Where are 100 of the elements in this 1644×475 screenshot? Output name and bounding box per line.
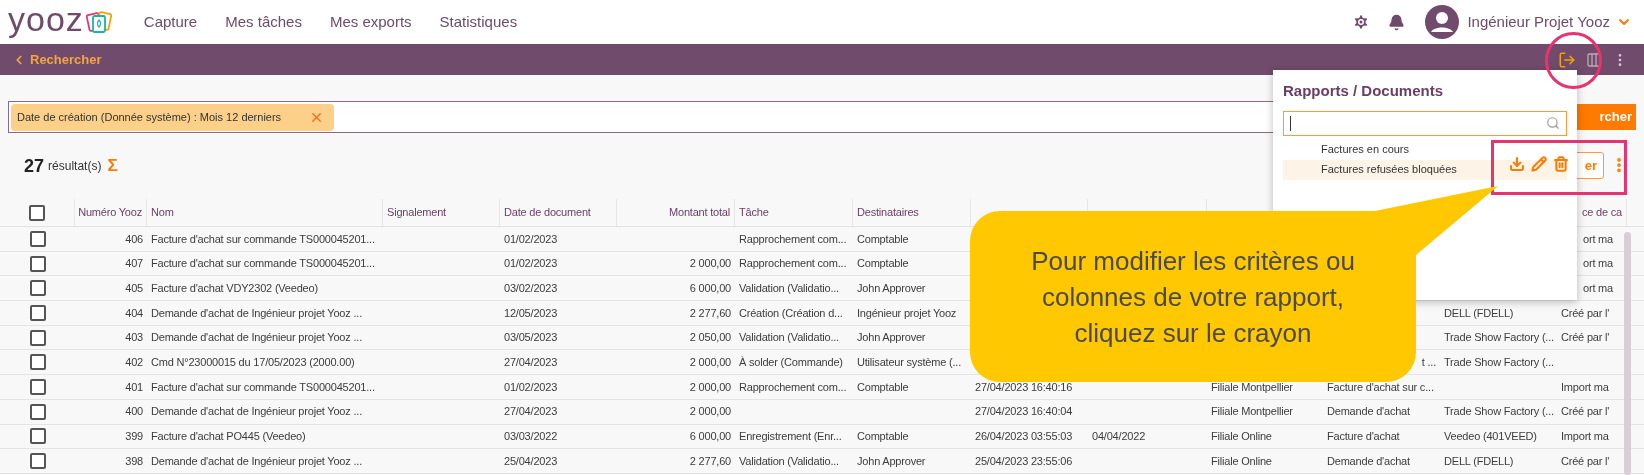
table-cell-text: Trade Show Factory (... <box>1444 404 1554 420</box>
table-cell-text: 27/04/2023 <box>504 355 558 371</box>
checkbox[interactable] <box>29 428 46 445</box>
table-cell-text: 2 000,00 <box>689 404 731 420</box>
bell-icon[interactable] <box>1388 13 1406 31</box>
table-cell-text: Ingénieur projet Yooz <box>857 305 957 321</box>
export-icon[interactable] <box>1558 50 1576 69</box>
cards-logo-icon <box>85 9 112 35</box>
column-header[interactable]: Destinataires <box>857 204 919 221</box>
table-cell-text: Rapprochement com... <box>739 256 847 272</box>
table-cell-text: 407 <box>125 256 143 272</box>
table-cell-text: 12/05/2023 <box>504 305 558 321</box>
table-cell-text: ort ma <box>1583 256 1613 272</box>
report-item[interactable]: Factures en cours <box>1283 139 1567 160</box>
checkbox[interactable] <box>29 354 46 371</box>
table-cell-text: 2 000,00 <box>689 355 731 371</box>
table-cell-text: 399 <box>125 429 143 445</box>
table-cell-text: 03/03/2022 <box>504 429 558 445</box>
checkbox[interactable] <box>29 378 46 395</box>
table-cell-text: 2 000,00 <box>689 379 731 395</box>
table-cell-text: Import ma <box>1561 379 1609 395</box>
table-cell-text: 2 277,60 <box>689 453 731 469</box>
table-cell-text: 400 <box>125 404 143 420</box>
checkbox[interactable] <box>29 329 46 346</box>
table-cell-text: Demande d'achat <box>1327 453 1410 469</box>
nav-link[interactable]: Mes tâches <box>225 10 302 34</box>
table-cell-text: Comptable <box>857 429 909 445</box>
table-cell-text: Facture d'achat sur commande TS000045201... <box>151 379 375 395</box>
table-cell-text: Demande d'achat <box>1327 404 1410 420</box>
table-cell-text: Comptable <box>857 256 909 272</box>
avatar-icon[interactable] <box>1425 5 1460 39</box>
table-cell-text: Facture d'achat sur commande TS000045201... <box>151 231 375 247</box>
table-cell-text: Facture d'achat sur c... <box>1327 379 1434 395</box>
table-cell-text: Filiale Online <box>1211 453 1272 469</box>
logo-text: yooz <box>8 2 84 36</box>
checkbox[interactable] <box>29 204 45 221</box>
results-label: résultat(s) <box>48 158 102 175</box>
table-cell-text: Filiale Montpellier <box>1211 379 1293 395</box>
table-cell-text: Créé par l' <box>1561 404 1610 420</box>
table-cell-text: 2 050,00 <box>689 330 731 346</box>
nav-link[interactable]: Statistiques <box>439 10 518 34</box>
table-cell-text: John Approver <box>857 280 926 296</box>
scrollbar[interactable] <box>1624 232 1631 475</box>
checkbox[interactable] <box>29 403 46 420</box>
table-cell-text: Demande d'achat de Ingénieur projet Yooz ... <box>151 404 362 420</box>
column-header[interactable]: Tâche <box>739 204 769 221</box>
table-cell-text: Créé par l' <box>1561 453 1610 469</box>
table-cell-text: Validation (Validatio... <box>739 280 839 296</box>
table-cell-text: 404 <box>125 305 143 321</box>
table-cell-text: À solder (Commande) <box>739 355 843 371</box>
table-cell-text: Import ma <box>1561 429 1609 445</box>
table-cell-text: John Approver <box>857 330 926 346</box>
checkbox[interactable] <box>29 255 46 272</box>
table-cell-text: Demande d'achat de Ingénieur projet Yooz ... <box>151 330 362 346</box>
table-cell-text: Rapprochement com... <box>739 379 847 395</box>
table-cell-text: Comptable <box>857 379 909 395</box>
download-icon[interactable] <box>1509 156 1525 172</box>
column-header[interactable]: Montant total <box>669 204 730 221</box>
column-header[interactable]: Signalement <box>387 204 446 221</box>
report-item[interactable]: Factures refusées bloquées <box>1283 159 1567 180</box>
checkbox[interactable] <box>29 304 46 321</box>
checkbox[interactable] <box>29 280 46 297</box>
nav-link[interactable]: Capture <box>143 10 198 34</box>
nav-link[interactable]: Mes exports <box>329 10 412 34</box>
table-cell-text: 01/02/2023 <box>504 379 558 395</box>
table-cell-text: Enregistrement (Enr... <box>739 429 842 445</box>
table-cell-text: Créé par l' <box>1561 305 1610 321</box>
table-cell-text: Demande d'achat de Ingénieur projet Yooz ... <box>151 453 362 469</box>
table-cell-text: John Approver <box>857 453 926 469</box>
checkbox[interactable] <box>29 230 46 247</box>
filter-chip[interactable]: Date de création (Donnée système) : Mois 12 derniers <box>11 103 335 131</box>
callout-text: Pour modifier les critères ou colonnes de votre rapport, cliquez sur le crayon <box>1030 244 1356 350</box>
table-cell-text: 27/04/2023 <box>504 404 558 420</box>
search-field[interactable] <box>1283 110 1567 136</box>
table-cell-text: Filiale Montpellier <box>1211 404 1293 420</box>
table-cell-text: Trade Show Factory (... <box>1444 330 1554 346</box>
user-name[interactable]: Ingénieur Projet Yooz <box>1467 10 1610 34</box>
table-cell-text: DELL (FDELL) <box>1444 305 1514 321</box>
table-cell-text: Veedeo (401VEED) <box>1444 429 1537 445</box>
table-cell-text: t ... <box>1421 355 1436 371</box>
table-cell-text: Filiale Online <box>1211 429 1272 445</box>
column-header[interactable]: Date de document <box>504 204 591 221</box>
panel-title: Rapports / Documents <box>1283 81 1445 101</box>
column-header[interactable]: ce de ca <box>1582 204 1622 221</box>
table-cell-text: Créé par l' <box>1561 330 1610 346</box>
column-header[interactable]: Nom <box>151 204 174 221</box>
table-cell-text: 2 000,00 <box>689 256 731 272</box>
table-cell-text: 398 <box>125 453 143 469</box>
table-cell-text: Utilisateur système (... <box>857 355 961 371</box>
table-cell-text: DELL (FDELL) <box>1444 453 1514 469</box>
table-cell-text: 27/04/2023 16:40:04 <box>975 404 1073 420</box>
back-link[interactable]: Rechercher <box>12 49 102 70</box>
delete-icon[interactable] <box>1553 156 1569 172</box>
pencil-icon[interactable] <box>1531 156 1547 172</box>
checkbox[interactable] <box>29 453 46 470</box>
table-cell-text: Facture d'achat PO445 (Veedeo) <box>151 429 306 445</box>
table-cell-text: 25/04/2023 <box>504 453 558 469</box>
table-cell-text: 03/02/2023 <box>504 280 558 296</box>
table-cell-text: 01/02/2023 <box>504 231 558 247</box>
column-header[interactable]: Numéro Yooz <box>78 204 142 221</box>
